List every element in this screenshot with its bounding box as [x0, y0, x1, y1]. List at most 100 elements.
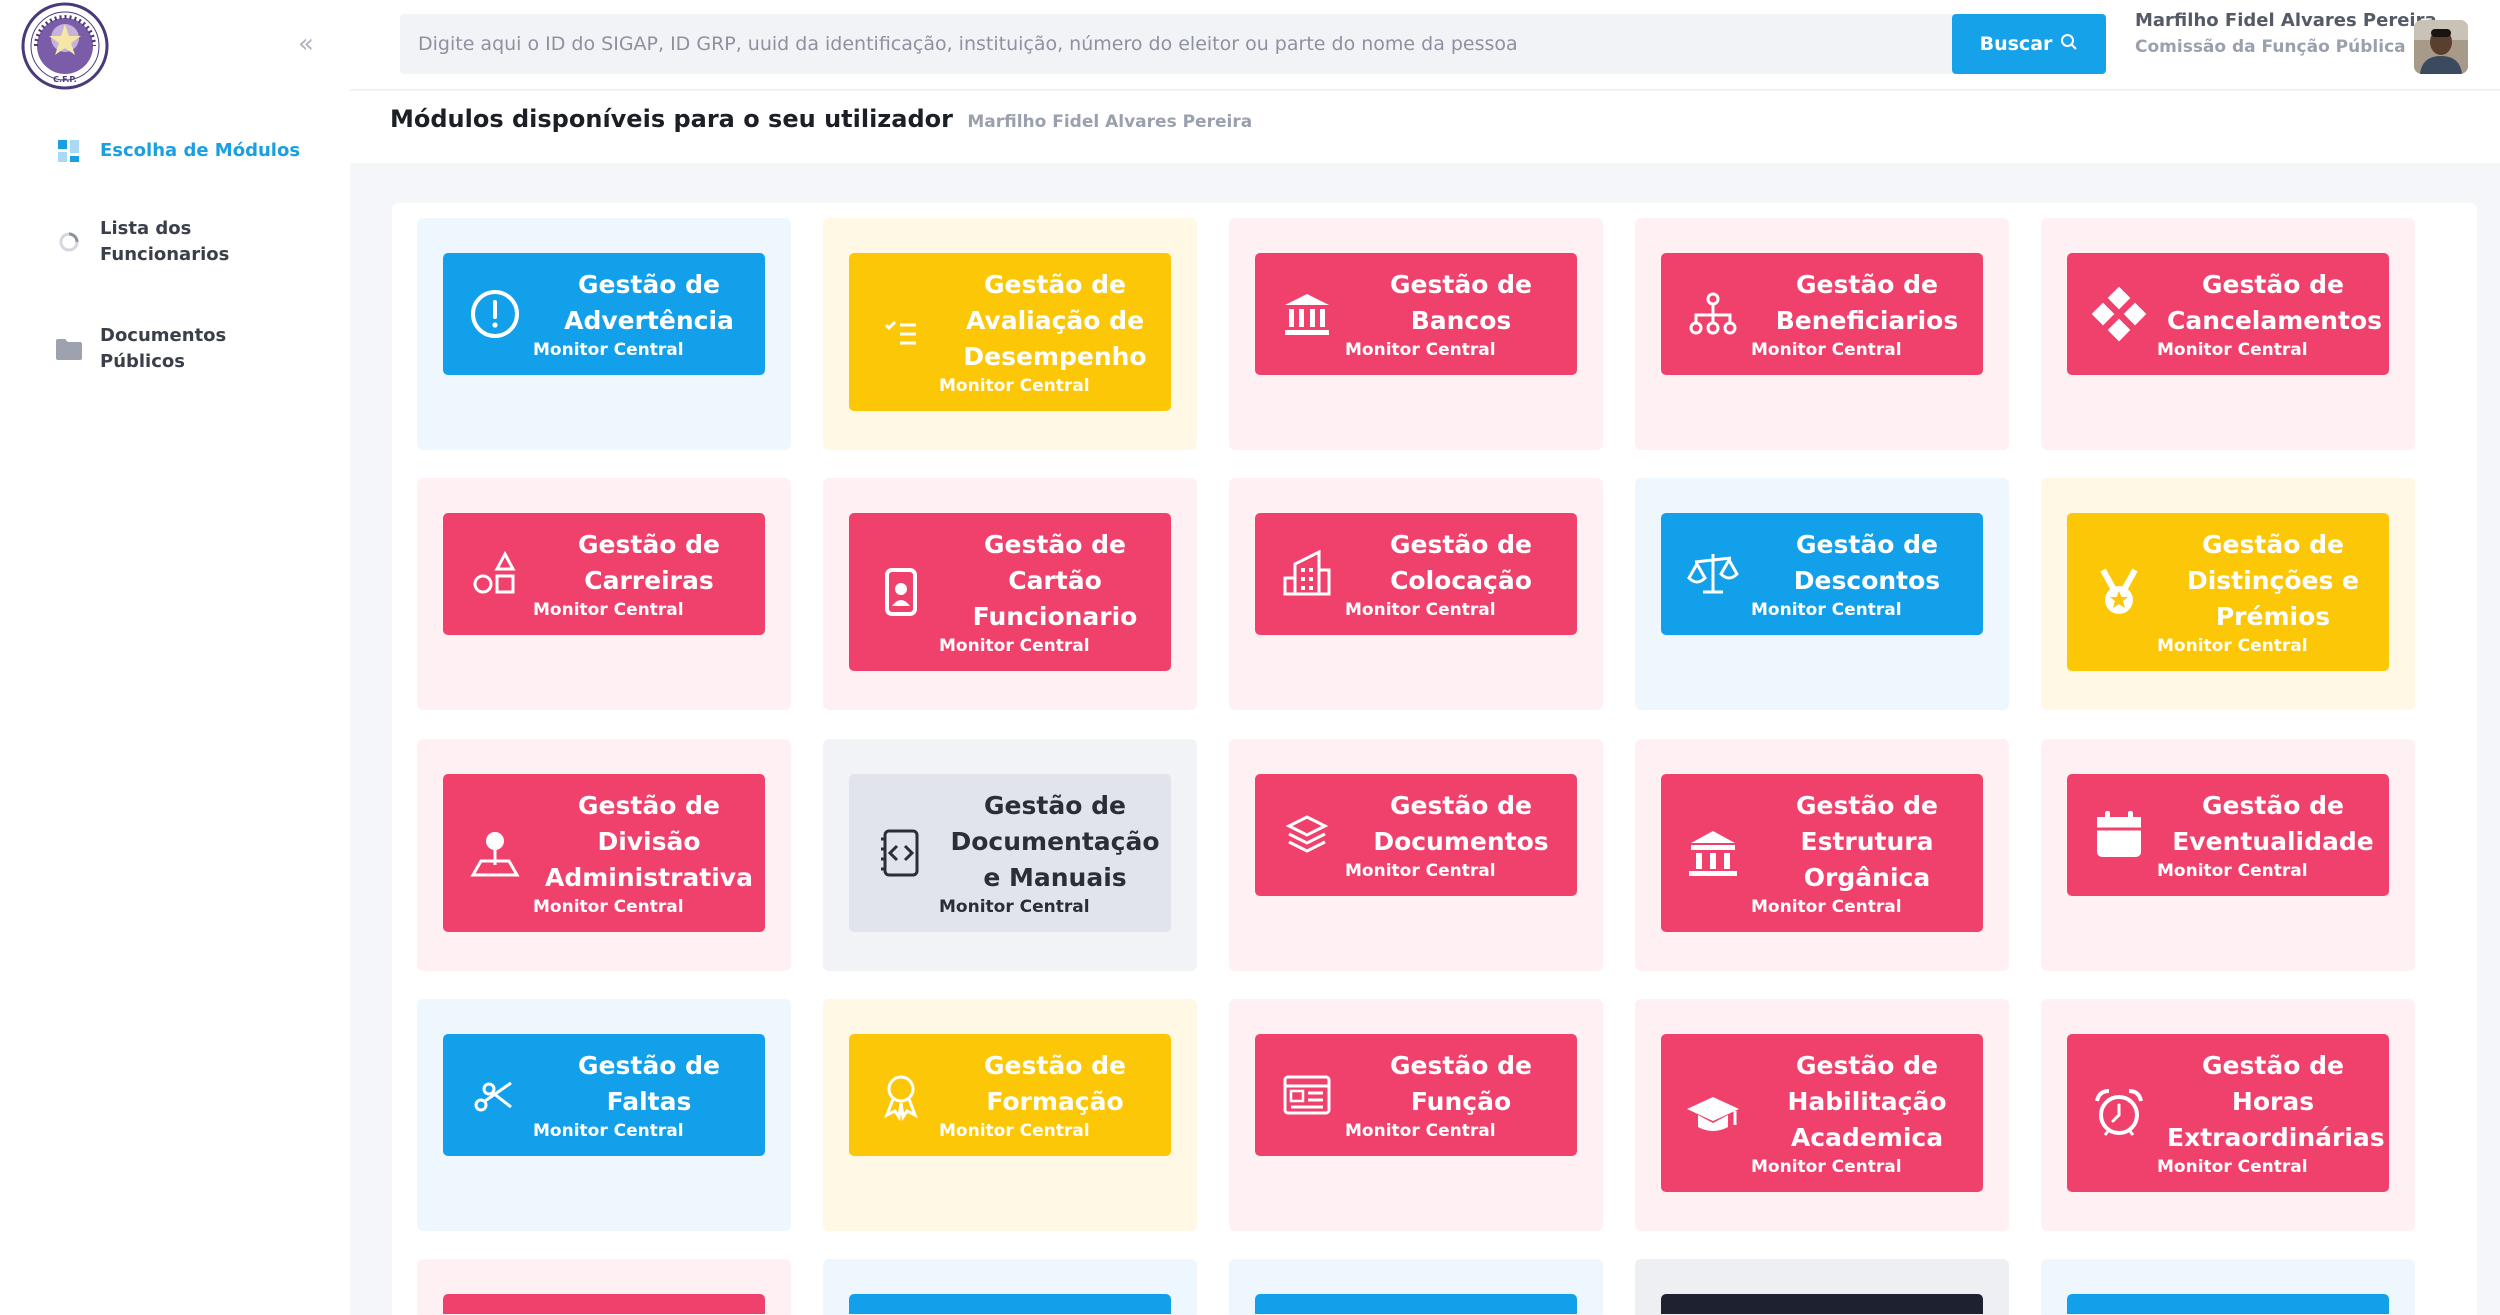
module-title: Gestão de Carreiras: [578, 530, 720, 595]
module-card[interactable]: Gestão de Descontos Monitor Central: [1661, 513, 1983, 635]
avatar[interactable]: [2414, 20, 2468, 74]
scissors-icon: [467, 1067, 523, 1123]
module-tile: Gestão de Faltas Monitor Central: [417, 999, 791, 1231]
module-title: Gestão de Documentação e Manuais: [950, 791, 1160, 892]
module-subtitle: Monitor Central: [1345, 1121, 1496, 1141]
diamond-grid-icon: [2091, 286, 2147, 342]
sidebar-item-escolha-de-modulos[interactable]: Escolha de Módulos: [54, 136, 324, 166]
sidebar-item-documentos-publicos[interactable]: Documentos Públicos: [54, 323, 324, 375]
search-button[interactable]: Buscar: [1952, 14, 2106, 74]
user-organization: Comissão da Função Pública: [2135, 37, 2406, 57]
module-subtitle: Monitor Central: [533, 340, 684, 360]
module-card[interactable]: Gestão de Beneficiarios Monitor Central: [1661, 253, 1983, 375]
shapes-icon: [467, 546, 523, 602]
alert-circle-icon: [467, 286, 523, 342]
module-subtitle: Monitor Central: [533, 1121, 684, 1141]
module-title: Gestão de Descontos: [1793, 530, 1941, 595]
module-tile: Gestão de Divisão Administrativa Monitor …: [417, 739, 791, 971]
module-subtitle: Monitor Central: [1345, 600, 1496, 620]
code-file-icon: [873, 825, 929, 881]
module-tile: Gestão de Carreiras Monitor Central: [417, 478, 791, 710]
module-card[interactable]: Gestão de Eventualidade Monitor Central: [2067, 774, 2389, 896]
search-input[interactable]: [400, 14, 1956, 74]
module-title: Gestão de Função: [1390, 1051, 1532, 1116]
module-title: Gestão de Faltas: [578, 1051, 720, 1116]
folder-icon: [54, 334, 84, 364]
module-card[interactable]: Gestão de Documentos Monitor Central: [1255, 774, 1577, 896]
module-card[interactable]: Gestão de Carreiras Monitor Central: [443, 513, 765, 635]
module-card[interactable]: Gestão de Função Monitor Central: [1255, 1034, 1577, 1156]
module-tile: Gestão de Descontos Monitor Central: [1635, 478, 2009, 710]
module-card[interactable]: Gestão de Estrutura Orgânica Monitor Cent…: [1661, 774, 1983, 932]
module-card-partial[interactable]: [443, 1294, 765, 1314]
search-button-label: Buscar: [1979, 33, 2053, 55]
module-card[interactable]: Gestão de Colocação Monitor Central: [1255, 513, 1577, 635]
module-subtitle: Monitor Central: [939, 897, 1090, 917]
module-tile-partial: [1229, 1259, 1603, 1315]
module-title: Gestão de Eventualidade: [2172, 791, 2374, 856]
module-subtitle: Monitor Central: [939, 636, 1090, 656]
module-title: Gestão de Documentos: [1373, 791, 1549, 856]
module-tile: Gestão de Horas Extraordinárias Monitor C…: [2041, 999, 2415, 1231]
sidebar-item-lista-funcionarios[interactable]: Lista dos Funcionarios: [54, 216, 324, 268]
bank-icon: [1279, 286, 1335, 342]
module-tile: Gestão de Colocação Monitor Central: [1229, 478, 1603, 710]
module-subtitle: Monitor Central: [939, 376, 1090, 396]
module-card-partial[interactable]: [849, 1294, 1171, 1314]
svg-text:C.F.P.: C.F.P.: [53, 75, 77, 84]
module-card[interactable]: Gestão de Faltas Monitor Central: [443, 1034, 765, 1156]
module-card[interactable]: Gestão de Horas Extraordinárias Monitor C…: [2067, 1034, 2389, 1192]
search-icon: [2060, 33, 2078, 56]
module-subtitle: Monitor Central: [1751, 600, 1902, 620]
module-card-partial[interactable]: [1255, 1294, 1577, 1314]
module-card[interactable]: Gestão de Cartão Funcionario Monitor Cent…: [849, 513, 1171, 671]
collapse-sidebar-button[interactable]: «: [294, 28, 318, 60]
module-card[interactable]: Gestão de Distinções e Prémios Monitor Ce…: [2067, 513, 2389, 671]
module-subtitle: Monitor Central: [2157, 636, 2308, 656]
module-subtitle: Monitor Central: [1345, 340, 1496, 360]
layers-icon: [1279, 807, 1335, 863]
module-tile: Gestão de Distinções e Prémios Monitor Ce…: [2041, 478, 2415, 710]
module-card[interactable]: Gestão de Bancos Monitor Central: [1255, 253, 1577, 375]
sidebar-item-label: Documentos Públicos: [100, 325, 227, 372]
module-tile-partial: [1635, 1259, 2009, 1315]
module-card-partial[interactable]: [1661, 1294, 1983, 1314]
module-subtitle: Monitor Central: [533, 897, 684, 917]
module-subtitle: Monitor Central: [1751, 1157, 1902, 1177]
module-card[interactable]: Gestão de Documentação e Manuais Monitor …: [849, 774, 1171, 932]
module-tile: Gestão de Documentação e Manuais Monitor …: [823, 739, 1197, 971]
sidebar-item-label: Escolha de Módulos: [100, 140, 301, 161]
calendar-icon: [2091, 807, 2147, 863]
module-tile: Gestão de Cartão Funcionario Monitor Cent…: [823, 478, 1197, 710]
module-tile: Gestão de Eventualidade Monitor Central: [2041, 739, 2415, 971]
module-subtitle: Monitor Central: [1345, 861, 1496, 881]
id-card-icon: [1279, 1067, 1335, 1123]
module-subtitle: Monitor Central: [533, 600, 684, 620]
module-tile-partial: [823, 1259, 1197, 1315]
page-title: Módulos disponíveis para o seu utilizado…: [390, 105, 1252, 133]
hierarchy-icon: [1685, 286, 1741, 342]
modules-panel: Gestão de Advertência Monitor Central Gest…: [392, 203, 2477, 1315]
module-subtitle: Monitor Central: [2157, 1157, 2308, 1177]
module-card-partial[interactable]: [2067, 1294, 2389, 1314]
module-card[interactable]: Gestão de Cancelamentos Monitor Central: [2067, 253, 2389, 375]
module-card[interactable]: Gestão de Divisão Administrativa Monitor …: [443, 774, 765, 932]
module-subtitle: Monitor Central: [2157, 861, 2308, 881]
checklist-icon: [873, 304, 929, 360]
module-title: Gestão de Distinções e Prémios: [2186, 530, 2359, 631]
id-badge-icon: [873, 564, 929, 620]
page-title-user: Marfilho Fidel Alvares Pereira: [967, 112, 1253, 132]
module-card[interactable]: Gestão de Habilitação Academica Monitor C…: [1661, 1034, 1983, 1192]
module-title: Gestão de Bancos: [1390, 270, 1532, 335]
module-title: Gestão de Cartão Funcionario: [972, 530, 1138, 631]
module-card[interactable]: Gestão de Avaliação de Desempenho Monitor…: [849, 253, 1171, 411]
module-card[interactable]: Gestão de Advertência Monitor Central: [443, 253, 765, 375]
graduation-cap-icon: [1685, 1085, 1741, 1141]
cfp-logo: C.F.P.: [20, 2, 110, 90]
module-subtitle: Monitor Central: [1751, 897, 1902, 917]
page-header: Módulos disponíveis para o seu utilizado…: [350, 91, 2500, 163]
module-card[interactable]: Gestão de Formação Monitor Central: [849, 1034, 1171, 1156]
module-tile: Gestão de Avaliação de Desempenho Monitor…: [823, 218, 1197, 450]
module-title: Gestão de Cancelamentos: [2167, 270, 2383, 335]
module-tile: Gestão de Cancelamentos Monitor Central: [2041, 218, 2415, 450]
